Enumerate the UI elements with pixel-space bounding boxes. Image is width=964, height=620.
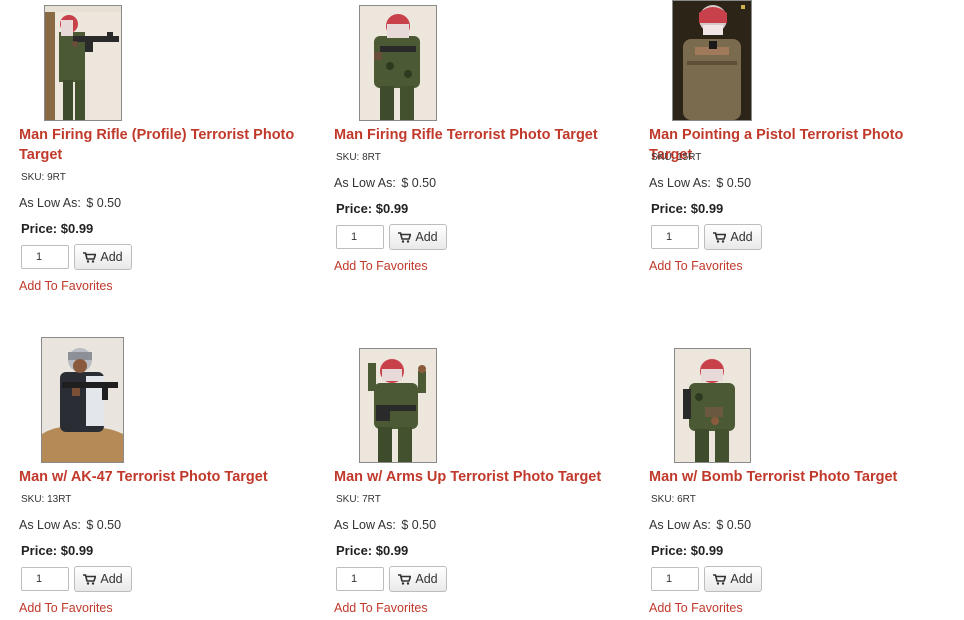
product-price: Price: $0.99	[651, 201, 724, 216]
product-sku: SKU: 8RT	[336, 152, 381, 163]
product-image-ak47[interactable]	[41, 337, 124, 463]
product-image-arms-up[interactable]	[359, 348, 437, 463]
as-low-as-label: As Low As:	[334, 176, 396, 190]
add-to-favorites-link[interactable]: Add To Favorites	[19, 601, 113, 615]
product-price: Price: $0.99	[21, 543, 94, 558]
product-sku: SKU: 7RT	[336, 494, 381, 505]
product-title-link[interactable]: Man w/ Arms Up Terrorist Photo Target	[334, 467, 634, 487]
quantity-input[interactable]	[336, 225, 384, 249]
add-to-cart-button[interactable]: Add	[389, 224, 447, 250]
add-button-label: Add	[415, 572, 438, 586]
add-to-cart-button[interactable]: Add	[704, 566, 762, 592]
product-image-bomb[interactable]	[674, 348, 751, 463]
add-to-favorites-link[interactable]: Add To Favorites	[334, 601, 428, 615]
quantity-input[interactable]	[21, 245, 69, 269]
add-to-cart-button[interactable]: Add	[74, 244, 132, 270]
as-low-as: As Low As: $ 0.50	[649, 518, 751, 532]
as-low-as: As Low As: $ 0.50	[334, 518, 436, 532]
add-to-cart-button[interactable]: Add	[389, 566, 447, 592]
quantity-input[interactable]	[21, 567, 69, 591]
product-title-link[interactable]: Man Firing Rifle (Profile) Terrorist Pho…	[19, 125, 319, 165]
add-to-favorites-link[interactable]: Add To Favorites	[649, 601, 743, 615]
product-title-link[interactable]: Man Firing Rifle Terrorist Photo Target	[334, 125, 634, 145]
as-low-as-value: $ 0.50	[716, 518, 752, 532]
cart-icon	[83, 251, 97, 263]
as-low-as: As Low As: $ 0.50	[334, 176, 436, 190]
as-low-as: As Low As: $ 0.50	[649, 176, 751, 190]
product-sku: SKU: 9RT	[21, 172, 66, 183]
product-price: Price: $0.99	[21, 221, 94, 236]
rifle-front-target-photo-icon	[374, 14, 420, 120]
pistol-target-photo-icon	[673, 1, 751, 120]
as-low-as: As Low As: $ 0.50	[19, 196, 121, 210]
as-low-as-label: As Low As:	[649, 176, 711, 190]
quantity-input[interactable]	[651, 567, 699, 591]
as-low-as-value: $ 0.50	[716, 176, 752, 190]
product-title-link[interactable]: Man w/ Bomb Terrorist Photo Target	[649, 467, 949, 487]
product-sku: SKU: 13RT	[21, 494, 72, 505]
product-price: Price: $0.99	[336, 201, 409, 216]
product-price: Price: $0.99	[651, 543, 724, 558]
product-sku: SKU: 6RT	[651, 494, 696, 505]
rifle-profile-target-photo-icon	[45, 6, 121, 120]
add-to-cart-button[interactable]: Add	[74, 566, 132, 592]
product-image-rifle-front[interactable]	[359, 5, 437, 121]
add-button-label: Add	[415, 230, 438, 244]
quantity-input[interactable]	[336, 567, 384, 591]
product-sku: SKU: 15RT	[651, 152, 702, 163]
as-low-as-value: $ 0.50	[401, 176, 437, 190]
as-low-as-label: As Low As:	[19, 518, 81, 532]
as-low-as-value: $ 0.50	[401, 518, 437, 532]
cart-icon	[713, 231, 727, 243]
as-low-as-label: As Low As:	[334, 518, 396, 532]
add-to-favorites-link[interactable]: Add To Favorites	[19, 279, 113, 293]
product-image-pistol[interactable]	[672, 0, 752, 121]
cart-icon	[83, 573, 97, 585]
product-price: Price: $0.99	[336, 543, 409, 558]
as-low-as-value: $ 0.50	[86, 518, 122, 532]
add-button-label: Add	[730, 572, 753, 586]
as-low-as-label: As Low As:	[649, 518, 711, 532]
arms-up-target-photo-icon	[368, 359, 426, 462]
add-to-favorites-link[interactable]: Add To Favorites	[649, 259, 743, 273]
bomb-target-photo-icon	[683, 359, 735, 462]
ak47-target-photo-icon	[42, 348, 123, 462]
product-title-link[interactable]: Man w/ AK-47 Terrorist Photo Target	[19, 467, 319, 487]
add-to-favorites-link[interactable]: Add To Favorites	[334, 259, 428, 273]
product-image-rifle-profile[interactable]	[44, 5, 122, 121]
cart-icon	[398, 573, 412, 585]
add-to-cart-button[interactable]: Add	[704, 224, 762, 250]
add-button-label: Add	[100, 572, 123, 586]
add-button-label: Add	[100, 250, 123, 264]
cart-icon	[713, 573, 727, 585]
as-low-as-label: As Low As:	[19, 196, 81, 210]
add-button-label: Add	[730, 230, 753, 244]
cart-icon	[398, 231, 412, 243]
quantity-input[interactable]	[651, 225, 699, 249]
as-low-as-value: $ 0.50	[86, 196, 122, 210]
as-low-as: As Low As: $ 0.50	[19, 518, 121, 532]
